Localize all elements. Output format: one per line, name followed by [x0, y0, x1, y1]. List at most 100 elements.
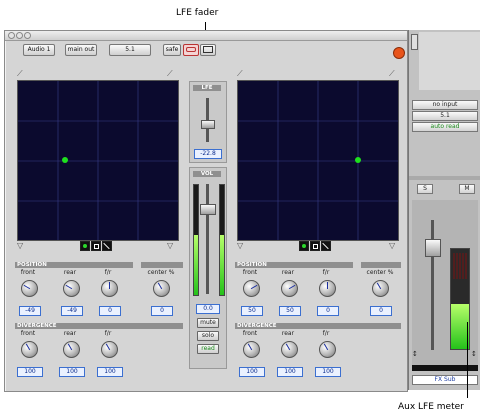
left-div-fr-knob[interactable]: [101, 341, 118, 358]
strip-solo-button[interactable]: S: [417, 184, 433, 194]
left-pos-front-knob[interactable]: [21, 280, 38, 297]
right-pos-rear-knob[interactable]: [281, 280, 298, 297]
left-pos-front-value[interactable]: -49: [19, 306, 41, 316]
left-div-rear-knob[interactable]: [63, 341, 80, 358]
right-pos-fr-value[interactable]: 0: [317, 306, 339, 316]
output-selector[interactable]: main out: [65, 44, 97, 56]
left-div-rear-value[interactable]: 100: [59, 367, 85, 377]
volume-section: VOL 0.0 mute solo read: [189, 167, 227, 369]
aux-fader-cap[interactable]: [425, 239, 441, 257]
mute-button[interactable]: mute: [197, 318, 219, 328]
lfe-label: LFE: [193, 85, 221, 91]
strip-nudge-up-icon[interactable]: ↕: [412, 350, 418, 358]
left-div-rear-label: rear: [63, 330, 77, 337]
right-pos-rear-value[interactable]: 50: [279, 306, 301, 316]
left-pos-center-knob[interactable]: [153, 280, 170, 297]
lfe-fader-callout: LFE fader: [176, 8, 219, 18]
left-div-front-knob[interactable]: [21, 341, 38, 358]
automation-mode-selector[interactable]: auto read: [412, 122, 478, 132]
aux-channel-strip: no input 5.1 auto read S M ↕ ↕ FX Sub: [408, 30, 480, 390]
right-pan-puck[interactable]: [355, 157, 361, 163]
right-div-front-label: front: [242, 330, 258, 337]
left-pos-fr-label: f/r: [104, 269, 112, 276]
left-pos-rear-knob[interactable]: [63, 280, 80, 297]
lfe-value[interactable]: -22.8: [194, 149, 222, 159]
right-pos-front-value[interactable]: 50: [241, 306, 263, 316]
inverse-link-button[interactable]: [200, 44, 216, 56]
format-selector[interactable]: 5.1: [109, 44, 151, 56]
pan-mode-dot-icon[interactable]: [80, 241, 90, 251]
right-pos-rear-label: rear: [281, 269, 295, 276]
solo-button[interactable]: solo: [197, 331, 219, 341]
window-titlebar[interactable]: [5, 31, 407, 41]
right-div-fr-value[interactable]: 100: [315, 367, 341, 377]
speaker-right-front-icon: ⟋: [389, 69, 395, 78]
strip-top-panel: [419, 32, 480, 90]
left-divergence-header: DIVERGENCE: [15, 323, 183, 329]
right-pos-fr-label: f/r: [322, 269, 330, 276]
left-pan-grid: [18, 81, 178, 240]
right-pan-pad[interactable]: [237, 80, 399, 241]
pan-mode-diagonal-icon[interactable]: [102, 241, 112, 251]
track-selector[interactable]: Audio 1: [23, 44, 55, 56]
volume-fader-cap[interactable]: [200, 204, 216, 215]
left-pos-rear-label: rear: [63, 269, 77, 276]
minimize-dot-icon[interactable]: [16, 32, 23, 39]
right-div-rear-knob[interactable]: [281, 341, 298, 358]
left-pos-rear-value[interactable]: -49: [61, 306, 83, 316]
left-pos-center-value[interactable]: 0: [151, 306, 173, 316]
volume-meter-right-fill: [220, 234, 224, 295]
right-div-front-value[interactable]: 100: [239, 367, 265, 377]
right-div-front-knob[interactable]: [243, 341, 260, 358]
strip-nudge-down-icon[interactable]: ↕: [471, 350, 477, 358]
right-div-fr-knob[interactable]: [319, 341, 336, 358]
right-pos-center-value[interactable]: 0: [370, 306, 392, 316]
speaker-left-rear-icon: ▽: [237, 241, 244, 250]
right-div-fr-label: f/r: [322, 330, 330, 337]
strip-divider: [409, 176, 480, 180]
right-pos-front-label: front: [242, 269, 258, 276]
strip-mute-button[interactable]: M: [459, 184, 475, 194]
left-pos-fr-knob[interactable]: [101, 280, 118, 297]
strip-name[interactable]: FX Sub: [412, 375, 478, 385]
left-div-front-label: front: [20, 330, 36, 337]
right-pos-front-knob[interactable]: [243, 280, 260, 297]
volume-meter-right: [219, 184, 225, 296]
right-div-rear-label: rear: [281, 330, 295, 337]
left-position-header: POSITION: [15, 262, 133, 268]
pan-mode-dot-icon[interactable]: [299, 241, 309, 251]
left-pos-center-label: center %: [147, 269, 175, 276]
link-button[interactable]: [183, 44, 199, 56]
vol-value[interactable]: 0.0: [196, 304, 220, 314]
volume-meter-left-fill: [194, 234, 198, 295]
right-div-rear-value[interactable]: 100: [277, 367, 303, 377]
pan-mode-diagonal-icon[interactable]: [321, 241, 331, 251]
right-pan-grid: [238, 81, 398, 240]
input-selector[interactable]: no input: [412, 100, 478, 110]
read-button[interactable]: read: [197, 344, 219, 354]
close-dot-icon[interactable]: [8, 32, 15, 39]
right-pos-center-label: center %: [366, 269, 394, 276]
left-pan-pad[interactable]: [17, 80, 179, 241]
left-pan-puck[interactable]: [62, 157, 68, 163]
strip-scroll-handle[interactable]: [411, 34, 418, 50]
pan-mode-square-icon[interactable]: [91, 241, 101, 251]
strip-level-display: [412, 365, 478, 371]
left-div-fr-value[interactable]: 100: [97, 367, 123, 377]
speaker-right-front-icon: ⟋: [167, 69, 173, 78]
strip-format-selector[interactable]: 5.1: [412, 111, 478, 121]
speaker-left-front-icon: ⟋: [237, 69, 243, 78]
vol-label: VOL: [193, 171, 221, 177]
right-pos-fr-knob[interactable]: [319, 280, 336, 297]
safe-button[interactable]: safe: [163, 44, 181, 56]
right-divergence-header: DIVERGENCE: [235, 323, 401, 329]
right-pos-center-knob[interactable]: [372, 280, 389, 297]
left-pos-fr-value[interactable]: 0: [99, 306, 121, 316]
left-pos-front-label: front: [20, 269, 36, 276]
close-button-icon[interactable]: [393, 47, 405, 59]
left-div-front-value[interactable]: 100: [17, 367, 43, 377]
zoom-dot-icon[interactable]: [24, 32, 31, 39]
pan-mode-square-icon[interactable]: [310, 241, 320, 251]
lfe-fader-cap[interactable]: [201, 120, 215, 129]
aux-lfe-meter-leader: [467, 322, 468, 398]
